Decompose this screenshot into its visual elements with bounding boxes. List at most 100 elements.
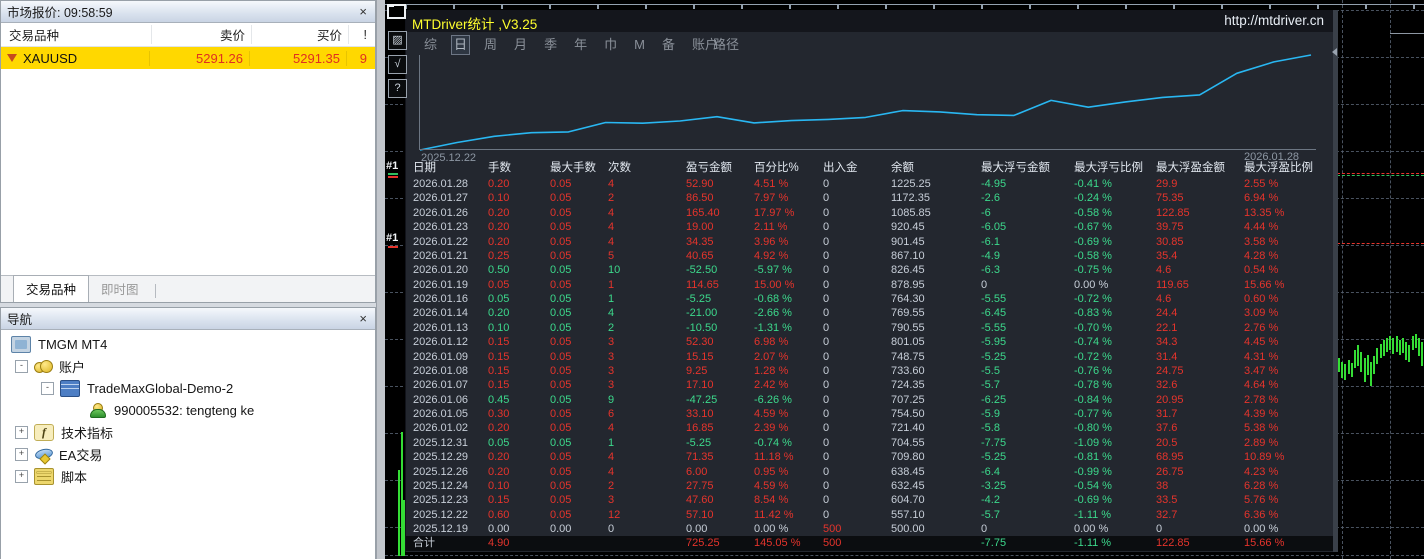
v-gridline [1342, 0, 1343, 559]
table-cell-pl: 114.65 [686, 278, 719, 291]
market-watch-close-icon[interactable]: × [357, 5, 369, 18]
expand-icon[interactable]: + [15, 425, 28, 439]
table-cell-lots: 0.15 [488, 336, 510, 349]
table-cell-count: 4 [608, 451, 615, 464]
column-alert[interactable]: ! [349, 28, 375, 42]
tree-item[interactable]: TMGM MT4 [1, 333, 375, 355]
table-cell-max_float_profit_pct: 4.44 % [1244, 221, 1279, 234]
expand-icon[interactable]: + [15, 447, 28, 461]
table-cell-max_float_loss_pct: -0.41 % [1074, 178, 1112, 190]
folder-arrow-icon[interactable] [387, 4, 406, 19]
table-cell-lots: 0.60 [488, 508, 510, 521]
menu-item-备[interactable]: 备 [660, 36, 677, 54]
table-cell-pl: -21.00 [686, 307, 718, 320]
tree-item[interactable]: 990005532: tengteng ke [1, 399, 375, 421]
tree-item-label: TMGM MT4 [38, 336, 108, 352]
navigator-close-icon[interactable]: × [357, 312, 369, 325]
trade-marker-1[interactable]: #1 [386, 160, 398, 172]
table-cell-inout: 0 [823, 508, 830, 521]
column-symbol[interactable]: 交易品种 [1, 25, 152, 44]
column-buy[interactable]: 买价 [252, 25, 349, 44]
tree-item[interactable]: + f 技术指标 [1, 421, 375, 443]
table-cell-pl: 165.40 [686, 206, 720, 219]
table-header-cell: 余额 [891, 162, 914, 174]
table-cell-date: 2025.12.26 [413, 465, 469, 478]
menu-item-综[interactable]: 综 [422, 36, 439, 54]
table-cell-date: 2025.12.29 [413, 451, 469, 464]
table-cell-max_float_loss: -5.25 [981, 350, 1007, 363]
tree-item[interactable]: - TradeMaxGlobal-Demo-2 [1, 377, 375, 399]
trade-marker-2[interactable]: #1 [386, 232, 398, 244]
table-cell-date: 2026.01.02 [413, 422, 469, 435]
tree-item[interactable]: - 账户 [1, 355, 375, 377]
table-cell-pct: 2.11 % [754, 221, 788, 234]
table-cell-max_lots: 0.05 [550, 278, 572, 291]
table-cell-max_float_profit_pct: 10.89 % [1244, 451, 1285, 464]
tree-item-label: 技术指标 [61, 425, 114, 441]
table-cell-max_float_profit_pct: 6.36 % [1244, 508, 1279, 521]
table-cell-max_float_profit_pct: 0.00 % [1244, 523, 1279, 535]
table-cell-max_float_loss_pct: -0.24 % [1074, 192, 1112, 205]
table-cell-count: 9 [608, 393, 615, 406]
collapse-icon[interactable]: - [41, 381, 54, 395]
table-cell-max_float_loss: -6.4 [981, 465, 1000, 478]
menu-item-周[interactable]: 周 [482, 36, 499, 54]
table-header-cell: 日期 [413, 162, 436, 174]
candle [398, 470, 400, 556]
table-cell-max_float_loss_pct: -0.74 % [1074, 336, 1112, 349]
table-cell-pct: 2.07 % [754, 350, 789, 363]
table-cell-count: 2 [608, 192, 615, 205]
image-button[interactable]: ▨ [388, 31, 407, 50]
column-sell[interactable]: 卖价 [152, 25, 252, 44]
symbol-row-xauusd[interactable]: XAUUSD 5291.26 5291.35 9 [1, 47, 375, 69]
table-cell-balance: 1172.35 [891, 192, 930, 205]
table-cell-max_float_loss: -6.1 [981, 235, 1000, 248]
tab-tick-chart[interactable]: 即时图 [89, 276, 151, 302]
price-line-red-2[interactable] [1337, 243, 1424, 244]
table-cell-pl: 71.35 [686, 451, 714, 464]
candle [1363, 358, 1366, 382]
tree-item[interactable]: + 脚本 [1, 465, 375, 487]
collapse-icon[interactable]: - [15, 359, 28, 373]
table-cell-max_float_profit_pct: 6.94 % [1244, 192, 1279, 205]
table-cell-date: 2026.01.22 [413, 235, 469, 248]
candle [1414, 334, 1417, 348]
menu-item-季[interactable]: 季 [542, 36, 559, 54]
menu-item-月[interactable]: 月 [512, 36, 529, 54]
table-cell-date: 2026.01.19 [413, 278, 469, 291]
candle [1389, 336, 1392, 350]
table-cell-count: 4 [608, 235, 615, 248]
table-cell-max_float_profit_pct: 0.60 % [1244, 293, 1279, 305]
table-row: 2026.01.20 0.50 0.05 10 -52.50 -5.97 % 0 826.45… [406, 263, 1338, 277]
panel-scrollbar[interactable] [1332, 10, 1338, 552]
table-cell-count: 3 [608, 350, 615, 363]
accounts-icon [34, 359, 53, 374]
menu-item-path[interactable]: 路径 [711, 36, 741, 53]
candle [1338, 358, 1340, 372]
table-cell-max_float_profit: 31.4 [1156, 350, 1178, 363]
table-cell-date: 2026.01.07 [413, 379, 469, 392]
chart-ruler-ticks [405, 5, 1424, 9]
table-cell-balance: 638.45 [891, 465, 925, 478]
table-cell-count: 2 [608, 321, 615, 334]
menu-item-M[interactable]: M [632, 36, 647, 54]
menu-item-巾[interactable]: 巾 [602, 36, 619, 54]
sqrt-button[interactable]: √ [388, 55, 407, 74]
expand-icon[interactable]: + [15, 469, 28, 483]
menu-item-日[interactable]: 日 [451, 35, 471, 55]
price-line-red-1[interactable] [1337, 173, 1424, 174]
table-cell-inout: 0 [823, 221, 830, 234]
table-cell-pl: -47.25 [686, 393, 718, 406]
help-button[interactable]: ? [388, 79, 407, 98]
table-cell-max_float_profit: 24.75 [1156, 364, 1184, 377]
price-line-green[interactable] [1337, 175, 1424, 176]
table-row: 2025.12.26 0.20 0.05 4 6.00 0.95 % 0 638.45 -6.4… [406, 465, 1338, 479]
menu-item-年[interactable]: 年 [572, 36, 589, 54]
table-cell-pct: 11.18 % [754, 451, 794, 464]
table-cell-max_lots: 0.05 [550, 350, 572, 363]
table-cell-date: 2025.12.23 [413, 494, 469, 507]
table-cell-inout: 0 [823, 364, 830, 377]
tree-item[interactable]: + EA交易 [1, 443, 375, 465]
table-cell-date: 2026.01.12 [413, 336, 469, 349]
tab-symbols[interactable]: 交易品种 [13, 275, 90, 302]
